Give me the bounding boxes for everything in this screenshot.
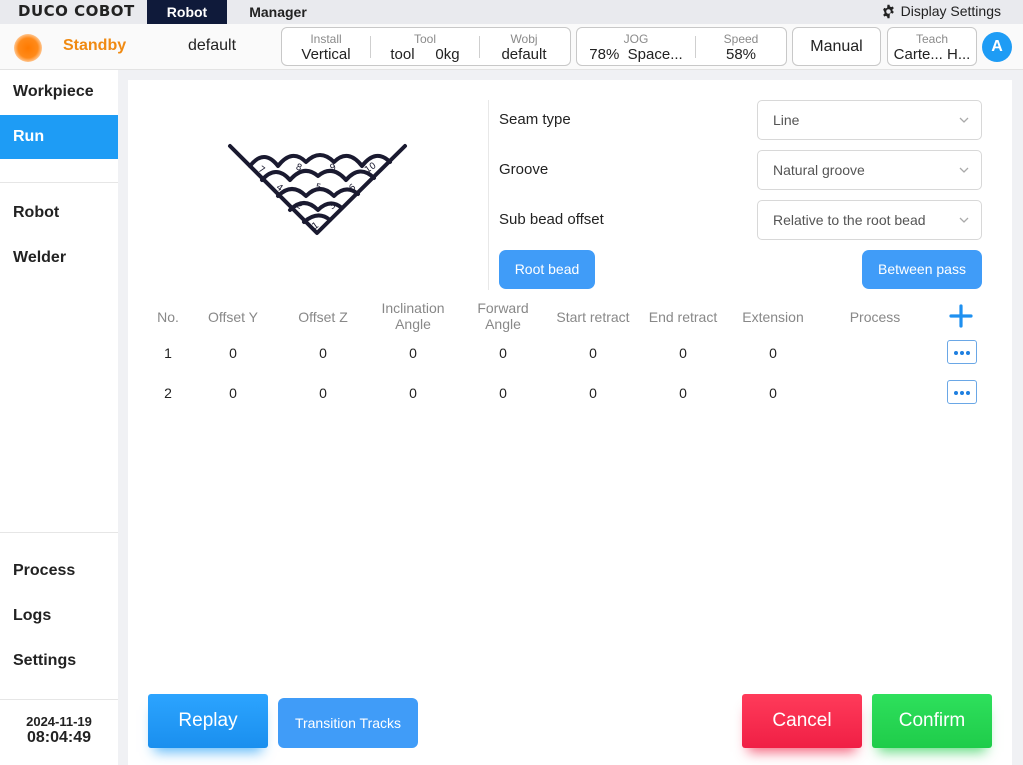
jog-speed-group[interactable]: JOG 78% Space... Speed 58% xyxy=(576,27,787,66)
between-pass-button[interactable]: Between pass xyxy=(862,250,982,289)
robot-state: Standby xyxy=(63,37,127,54)
sidebar-item-logs[interactable]: Logs xyxy=(0,594,118,638)
sidebar-item-run[interactable]: Run xyxy=(0,115,118,159)
bead-label: 5 xyxy=(315,183,322,194)
column-header-start-retract: Start retract xyxy=(556,309,630,325)
duco-logo: DUCO COBOT xyxy=(18,2,135,20)
top-bar: DUCO COBOT Robot Manager Display Setting… xyxy=(0,0,1023,24)
install-tool-wobj-group[interactable]: Install Vertical Tool tool 0kg Wobj defa… xyxy=(281,27,571,66)
sidebar-divider xyxy=(0,699,118,700)
cancel-button[interactable]: Cancel xyxy=(742,694,862,748)
install-info: Install Vertical xyxy=(301,32,351,63)
column-header-no: No. xyxy=(157,309,179,325)
mode-manual-button[interactable]: Manual xyxy=(792,27,881,66)
panel-divider xyxy=(488,100,489,290)
chevron-down-icon xyxy=(959,217,969,223)
user-avatar[interactable]: A xyxy=(982,32,1012,62)
column-header-end-retract: End retract xyxy=(648,309,718,325)
transition-tracks-button[interactable]: Transition Tracks xyxy=(278,698,418,748)
project-name[interactable]: default xyxy=(188,37,236,55)
groove-select[interactable]: Natural groove xyxy=(757,150,982,190)
sidebar-item-settings[interactable]: Settings xyxy=(0,639,118,683)
add-row-plus-icon[interactable] xyxy=(948,303,974,329)
run-panel: 1 2 3 4 5 6 7 8 9 10 Seam type Line Groo… xyxy=(128,80,1012,765)
column-header-process: Process xyxy=(849,309,901,325)
tool-info: Tool tool 0kg xyxy=(390,32,460,63)
jog-info: JOG 78% Space... xyxy=(589,32,683,63)
chevron-down-icon xyxy=(959,167,969,173)
column-header-offset-y: Offset Y xyxy=(207,309,259,325)
sidebar-item-process[interactable]: Process xyxy=(0,549,118,593)
teach-group[interactable]: Teach Carte... H... xyxy=(887,27,977,66)
sidebar: Workpiece Run Robot Welder Process Logs … xyxy=(0,70,118,765)
sidebar-item-workpiece[interactable]: Workpiece xyxy=(0,70,118,114)
datetime: 2024-11-19 08:04:49 xyxy=(0,714,118,747)
current-date: 2024-11-19 xyxy=(26,714,92,729)
confirm-button[interactable]: Confirm xyxy=(872,694,992,748)
current-time: 08:04:49 xyxy=(26,729,92,746)
sidebar-divider xyxy=(0,532,118,533)
sub-bead-offset-select[interactable]: Relative to the root bead xyxy=(757,200,982,240)
status-bar: Standby default Install Vertical Tool to… xyxy=(0,24,1023,70)
gear-icon xyxy=(882,4,894,18)
seam-type-label: Seam type xyxy=(499,111,571,128)
tab-robot[interactable]: Robot xyxy=(147,0,227,24)
column-header-offset-z: Offset Z xyxy=(298,309,348,325)
weld-bead-diagram: 1 2 3 4 5 6 7 8 9 10 xyxy=(228,144,407,235)
speed-info: Speed 58% xyxy=(723,32,759,63)
display-settings-button[interactable]: Display Settings xyxy=(881,3,1001,19)
row-more-button[interactable] xyxy=(947,380,977,404)
display-settings-label: Display Settings xyxy=(900,3,1001,19)
column-header-forward-angle: Forward Angle xyxy=(477,300,529,332)
sidebar-divider xyxy=(0,182,118,183)
seam-type-select[interactable]: Line xyxy=(757,100,982,140)
column-header-inclination-angle: Inclination Angle xyxy=(381,300,445,332)
chevron-down-icon xyxy=(959,117,969,123)
root-bead-button[interactable]: Root bead xyxy=(499,250,595,289)
tab-manager[interactable]: Manager xyxy=(236,0,320,24)
teach-info: Teach Carte... H... xyxy=(893,32,971,63)
status-indicator-icon xyxy=(14,34,42,62)
wobj-info: Wobj default xyxy=(501,32,547,63)
sub-bead-offset-label: Sub bead offset xyxy=(499,211,604,228)
sidebar-item-welder[interactable]: Welder xyxy=(0,236,118,280)
sidebar-item-robot[interactable]: Robot xyxy=(0,191,118,235)
replay-button[interactable]: Replay xyxy=(148,694,268,748)
groove-label: Groove xyxy=(499,161,549,178)
row-more-button[interactable] xyxy=(947,340,977,364)
column-header-extension: Extension xyxy=(742,309,804,325)
